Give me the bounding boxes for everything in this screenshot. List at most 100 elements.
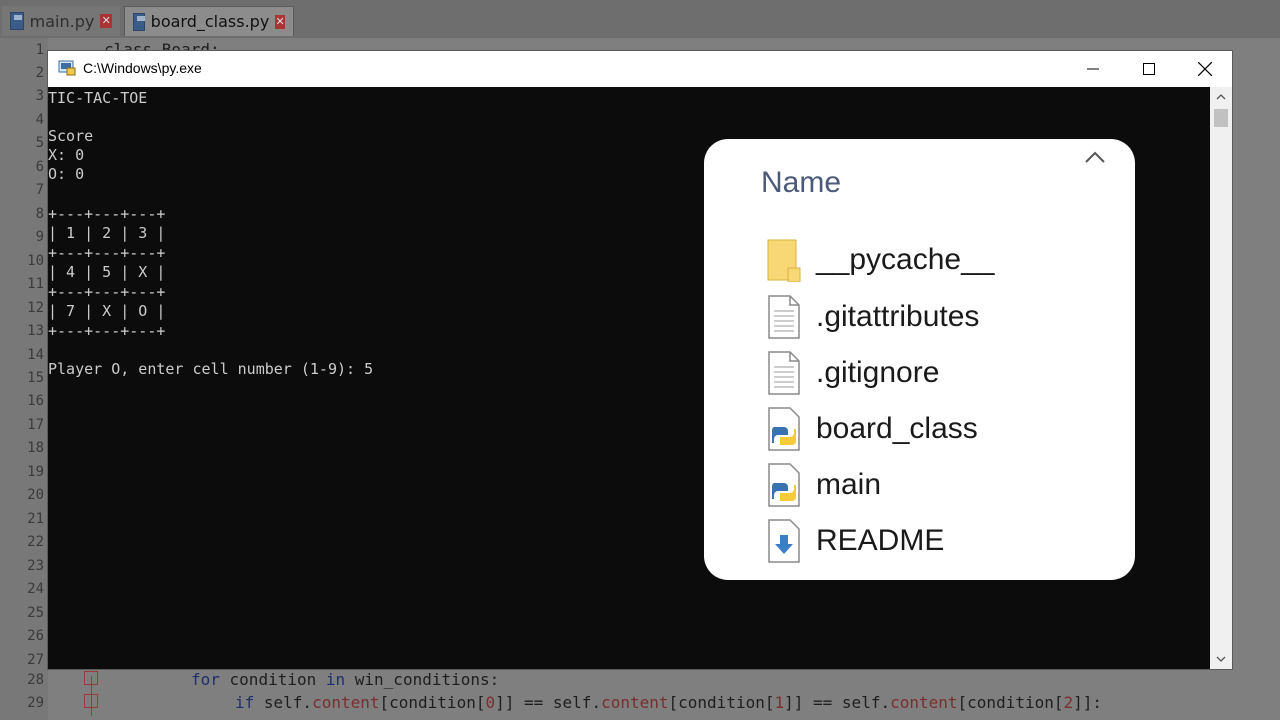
code-text: ]] == self.: [784, 693, 891, 712]
number: 2: [1063, 693, 1074, 712]
chevron-up-icon: [1216, 94, 1226, 100]
code-text: ]] == self.: [495, 693, 602, 712]
line-number: 16: [27, 393, 44, 409]
console-line: X: 0: [48, 146, 85, 164]
tab-label: board_class.py: [150, 12, 270, 31]
line-number: 22: [27, 534, 44, 550]
line-number: 5: [35, 135, 44, 151]
console-line: TIC-TAC-TOE: [48, 89, 148, 107]
console-line: +---+---+---+: [48, 244, 166, 262]
keyword: in: [325, 670, 346, 689]
console-line: O: 0: [48, 165, 85, 183]
file-explorer-panel: Name __pycache__ .gitattributes .gitigno…: [704, 139, 1135, 580]
list-item[interactable]: .gitignore: [766, 349, 939, 397]
fold-toggle-icon[interactable]: [84, 694, 98, 708]
line-number: 28: [27, 672, 44, 688]
console-line: | 1 | 2 | 3 |: [48, 224, 166, 242]
list-item[interactable]: board_class: [766, 405, 978, 453]
line-number: 17: [27, 417, 44, 433]
minimize-button[interactable]: [1070, 51, 1116, 87]
line-number-gutter: 1 2 3 4 5 6 7 8 9 10 11 12 13 14 15 16 1…: [0, 38, 48, 720]
console-line: | 7 | X | O |: [48, 302, 166, 320]
line-number: 2: [35, 65, 44, 81]
text-file-icon: [766, 295, 802, 339]
maximize-icon: [1143, 63, 1155, 75]
line-number: 26: [27, 628, 44, 644]
file-name: main: [816, 468, 882, 501]
line-number: 24: [27, 581, 44, 597]
attribute: content: [890, 693, 958, 712]
number: 0: [485, 693, 496, 712]
chevron-up-icon[interactable]: [1083, 149, 1107, 165]
minimize-icon: [1087, 68, 1099, 70]
fold-toggle-icon[interactable]: [84, 671, 98, 685]
tab-label: main.py: [29, 11, 95, 31]
python-file-icon: [766, 407, 802, 451]
folder-icon: [766, 238, 802, 283]
console-line: | 4 | 5 | X |: [48, 263, 166, 281]
name-column-header[interactable]: Name: [761, 166, 841, 200]
scroll-down-button[interactable]: [1210, 649, 1232, 669]
line-number: 20: [27, 487, 44, 503]
console-line: Score: [48, 127, 94, 145]
console-prompt: Player O, enter cell number (1-9): 5: [48, 360, 374, 378]
file-name: __pycache__: [816, 243, 995, 276]
line-number: 14: [27, 347, 44, 363]
chevron-down-icon: [1216, 656, 1226, 662]
scroll-thumb[interactable]: [1214, 109, 1228, 127]
line-number: 25: [27, 605, 44, 621]
line-number: 9: [35, 229, 44, 245]
markdown-file-icon: [766, 519, 802, 563]
code-text: [condition[: [379, 693, 486, 712]
code-text: [condition[: [957, 693, 1064, 712]
line-number: 4: [35, 112, 44, 128]
tab-main-py[interactable]: main.py ✕: [2, 6, 120, 36]
code-text: self.: [254, 693, 313, 712]
line-number: 1: [35, 42, 44, 58]
list-item[interactable]: .gitattributes: [766, 293, 979, 341]
maximize-button[interactable]: [1126, 51, 1172, 87]
code-text: win_conditions:: [345, 670, 500, 689]
number: 1: [774, 693, 785, 712]
python-file-icon: [766, 463, 802, 507]
line-number: 21: [27, 511, 44, 527]
file-name: board_class: [816, 412, 978, 445]
attribute: content: [601, 693, 669, 712]
vertical-scrollbar[interactable]: [1210, 87, 1232, 669]
close-button[interactable]: [1182, 51, 1228, 87]
close-icon[interactable]: ✕: [275, 14, 285, 29]
attribute: content: [312, 693, 380, 712]
line-number: 10: [27, 253, 44, 269]
line-number: 13: [27, 323, 44, 339]
keyword: for: [191, 670, 220, 689]
window-title: C:\Windows\py.exe: [83, 60, 202, 76]
editor-tab-bar: main.py ✕ board_class.py ✕: [0, 0, 1280, 38]
code-text: [condition[: [668, 693, 775, 712]
code-text: condition: [219, 670, 326, 689]
line-number: 18: [27, 440, 44, 456]
python-file-icon: [10, 12, 24, 30]
tab-board-class-py[interactable]: board_class.py ✕: [124, 6, 294, 36]
code-line-29: if self.content[condition[0]] == self.co…: [235, 693, 1102, 712]
text-file-icon: [766, 351, 802, 395]
line-number: 12: [27, 300, 44, 316]
keyword: if: [235, 693, 255, 712]
line-number: 6: [35, 159, 44, 175]
console-line: +---+---+---+: [48, 322, 166, 340]
list-item[interactable]: main: [766, 461, 881, 509]
console-line: +---+---+---+: [48, 205, 166, 223]
line-number: 11: [27, 276, 44, 292]
line-number: 15: [27, 370, 44, 386]
close-icon[interactable]: ✕: [100, 14, 112, 28]
file-name: .gitignore: [816, 356, 940, 389]
line-number: 19: [27, 464, 44, 480]
title-bar[interactable]: C:\Windows\py.exe: [48, 51, 1232, 87]
list-item[interactable]: README: [766, 517, 944, 565]
line-number: 27: [27, 652, 44, 668]
list-item[interactable]: __pycache__: [766, 236, 994, 284]
file-name: README: [816, 524, 945, 557]
python-file-icon: [133, 12, 145, 31]
scroll-up-button[interactable]: [1210, 87, 1232, 107]
code-text: ]]:: [1073, 693, 1103, 712]
line-number: 8: [35, 206, 44, 222]
